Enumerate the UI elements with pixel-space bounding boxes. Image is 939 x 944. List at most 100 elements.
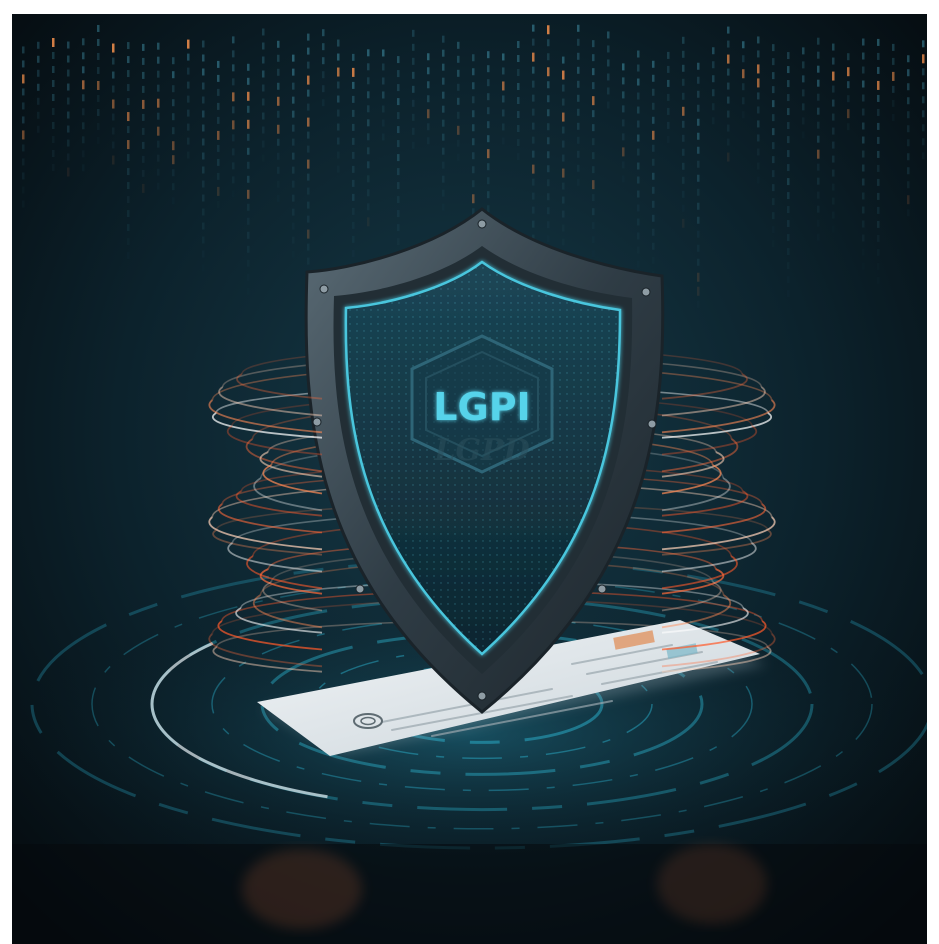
binary-digit [277, 180, 280, 188]
binary-digit [922, 124, 925, 132]
binary-digit [892, 71, 895, 81]
binary-digit [337, 81, 340, 89]
binary-digit [727, 82, 730, 90]
binary-digit [772, 128, 775, 136]
binary-digit [247, 231, 250, 239]
binary-digit [667, 65, 670, 73]
binary-digit [787, 290, 790, 297]
binary-digit [802, 103, 805, 111]
binary-digit [562, 70, 565, 80]
binary-digit [232, 162, 235, 170]
binary-digit [592, 110, 595, 118]
binary-digit [907, 55, 910, 63]
binary-digit [832, 127, 835, 135]
binary-digit [232, 120, 235, 130]
binary-digit [352, 179, 355, 187]
binary-digit [217, 186, 220, 196]
binary-digit [367, 77, 370, 85]
binary-digit [172, 197, 175, 204]
binary-digit [757, 120, 760, 128]
binary-digit [112, 85, 115, 93]
binary-digit [292, 166, 295, 174]
binary-digit [682, 134, 685, 142]
binary-digit [832, 71, 835, 81]
binary-digit [772, 156, 775, 164]
binary-digit [682, 120, 685, 128]
binary-digit [232, 134, 235, 142]
binary-digit [97, 52, 100, 60]
binary-digit [817, 163, 820, 171]
binary-digit [352, 207, 355, 215]
binary-digit [787, 52, 790, 60]
binary-digit [157, 182, 160, 190]
binary-digit [307, 159, 310, 169]
binary-digit [877, 94, 880, 102]
binary-digit [562, 98, 565, 106]
binary-digit [427, 123, 430, 131]
binary-digit [682, 162, 685, 170]
binary-digit [487, 163, 490, 171]
binary-digit [637, 204, 640, 212]
binary-digit [652, 214, 655, 222]
binary-digit [262, 56, 265, 64]
binary-digit [862, 164, 865, 172]
binary-digit [907, 139, 910, 147]
binary-digit [397, 238, 400, 246]
binary-digit [442, 49, 445, 57]
binary-digit [592, 40, 595, 48]
binary-digit [307, 215, 310, 223]
binary-digit [487, 149, 490, 159]
binary-digit [787, 164, 790, 172]
binary-digit [727, 40, 730, 48]
binary-digit [127, 42, 130, 50]
binary-digit [382, 63, 385, 71]
binary-digit [637, 261, 640, 268]
binary-digit [127, 196, 130, 204]
binary-digit [532, 66, 535, 74]
binary-digit [67, 97, 70, 105]
floor-shadow [12, 844, 927, 944]
binary-digit [487, 205, 490, 213]
binary-digit [277, 152, 280, 160]
binary-digit [337, 95, 340, 103]
binary-digit [142, 169, 145, 177]
binary-digit [352, 193, 355, 201]
binary-digit [472, 138, 475, 146]
binary-digit [922, 110, 925, 118]
binary-digit [517, 83, 520, 91]
binary-digit [67, 153, 70, 161]
binary-digit [142, 183, 145, 193]
binary-digit [202, 40, 205, 48]
binary-digit [337, 151, 340, 159]
binary-digit [217, 116, 220, 124]
binary-digit [247, 189, 250, 199]
binary-digit [592, 222, 595, 230]
binary-digit [652, 200, 655, 208]
binary-digit [547, 25, 550, 35]
binary-digit [727, 152, 730, 162]
binary-digit [487, 107, 490, 115]
binary-digit [592, 250, 595, 257]
binary-digit [877, 248, 880, 256]
binary-digit [172, 169, 175, 177]
binary-digit [127, 210, 130, 218]
binary-digit [157, 98, 160, 108]
binary-digit [787, 234, 790, 242]
binary-digit [787, 262, 790, 270]
binary-digit [712, 103, 715, 111]
binary-digit [142, 99, 145, 109]
binary-digit [292, 54, 295, 62]
binary-digit [292, 124, 295, 132]
binary-digit [427, 53, 430, 61]
binary-digit [682, 64, 685, 72]
binary-digit [307, 243, 310, 251]
binary-digit [832, 43, 835, 51]
binary-digit [577, 24, 580, 32]
binary-digit [307, 47, 310, 55]
binary-digit [622, 161, 625, 169]
binary-digit [802, 117, 805, 125]
binary-digit [517, 111, 520, 119]
binary-digit [127, 112, 130, 122]
binary-digit [52, 38, 55, 48]
binary-digit [337, 123, 340, 131]
